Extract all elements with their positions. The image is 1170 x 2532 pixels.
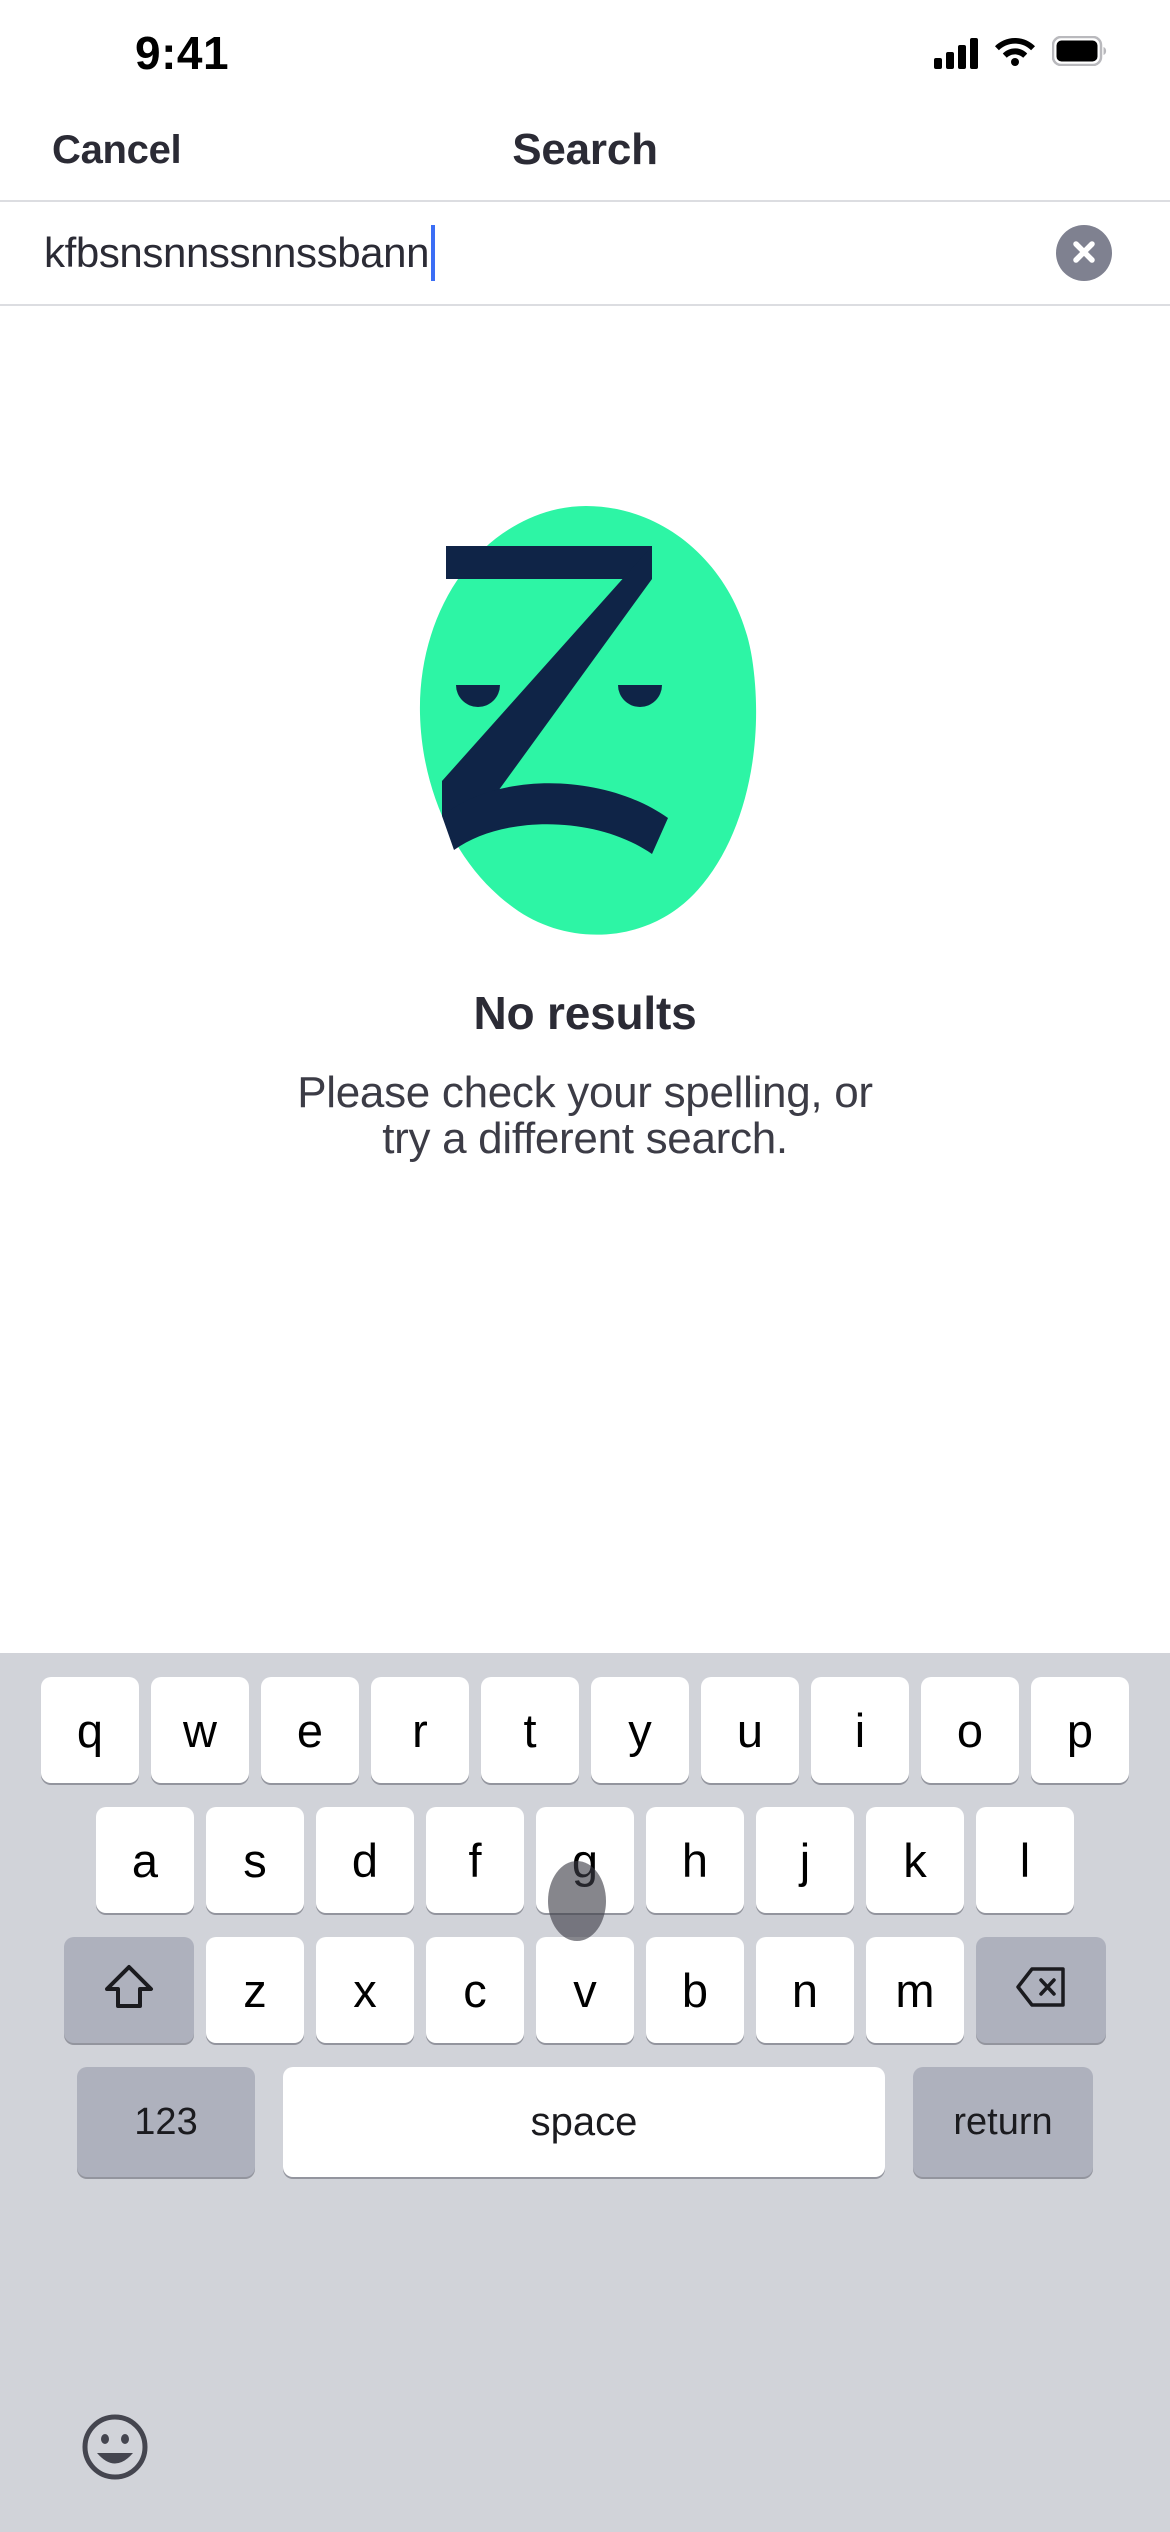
key-d[interactable]: d xyxy=(316,1807,414,1913)
navigation-bar: Cancel Search xyxy=(0,100,1170,200)
keyboard-row-1: q w e r t y u i o p xyxy=(0,1677,1170,1783)
close-icon xyxy=(1069,237,1099,270)
battery-icon xyxy=(1051,35,1108,71)
status-bar: 9:41 xyxy=(0,0,1170,100)
wifi-icon xyxy=(994,35,1036,71)
key-q[interactable]: q xyxy=(41,1677,139,1783)
app-screen: 9:41 Cancel Search kfbsnsnnssnnssbann No… xyxy=(0,0,1170,2532)
key-e[interactable]: e xyxy=(261,1677,359,1783)
cellular-signal-icon xyxy=(934,37,978,69)
empty-state-title: No results xyxy=(473,987,697,1039)
key-s[interactable]: s xyxy=(206,1807,304,1913)
cancel-button[interactable]: Cancel xyxy=(48,120,185,181)
search-bar[interactable]: kfbsnsnnssnnssbann xyxy=(0,200,1170,306)
key-a[interactable]: a xyxy=(96,1807,194,1913)
status-bar-icons xyxy=(934,35,1108,71)
z-mascot-sad-icon xyxy=(400,498,770,938)
key-n[interactable]: n xyxy=(756,1937,854,2043)
key-o[interactable]: o xyxy=(921,1677,1019,1783)
key-x[interactable]: x xyxy=(316,1937,414,2043)
keyboard-row-3: z x c v b n m xyxy=(0,1937,1170,2043)
status-bar-time: 9:41 xyxy=(135,27,230,79)
numbers-key[interactable]: 123 xyxy=(77,2067,255,2177)
smiley-face-icon xyxy=(80,2414,150,2485)
key-r[interactable]: r xyxy=(371,1677,469,1783)
search-results-empty-state: No results Please check your spelling, o… xyxy=(0,306,1170,1653)
empty-state-message-line2: try a different search. xyxy=(382,1114,788,1164)
keyboard-bottom-bar xyxy=(0,2362,1170,2532)
key-j[interactable]: j xyxy=(756,1807,854,1913)
keyboard-row-2: a s d f g h j k l xyxy=(0,1807,1170,1913)
key-g[interactable]: g xyxy=(536,1807,634,1913)
search-input[interactable]: kfbsnsnnssnnssbann xyxy=(44,202,1056,304)
key-t[interactable]: t xyxy=(481,1677,579,1783)
backspace-key[interactable] xyxy=(976,1937,1106,2043)
key-v[interactable]: v xyxy=(536,1937,634,2043)
key-w[interactable]: w xyxy=(151,1677,249,1783)
key-b[interactable]: b xyxy=(646,1937,744,2043)
backspace-delete-icon xyxy=(1015,1963,1067,2018)
key-i[interactable]: i xyxy=(811,1677,909,1783)
key-y[interactable]: y xyxy=(591,1677,689,1783)
keyboard-row-4: 123 space return xyxy=(0,2067,1170,2177)
onscreen-keyboard[interactable]: q w e r t y u i o p a s d f g h j k l z … xyxy=(0,1653,1170,2532)
key-h[interactable]: h xyxy=(646,1807,744,1913)
text-caret xyxy=(431,225,436,281)
space-key[interactable]: space xyxy=(283,2067,885,2177)
key-f[interactable]: f xyxy=(426,1807,524,1913)
key-m[interactable]: m xyxy=(866,1937,964,2043)
key-z[interactable]: z xyxy=(206,1937,304,2043)
key-u[interactable]: u xyxy=(701,1677,799,1783)
emoji-key[interactable] xyxy=(80,2412,150,2482)
shift-arrow-icon xyxy=(103,1963,155,2018)
return-key[interactable]: return xyxy=(913,2067,1093,2177)
shift-key[interactable] xyxy=(64,1937,194,2043)
key-c[interactable]: c xyxy=(426,1937,524,2043)
key-l[interactable]: l xyxy=(976,1807,1074,1913)
clear-search-button[interactable] xyxy=(1056,225,1112,281)
search-input-value: kfbsnsnnssnnssbann xyxy=(44,229,430,276)
key-k[interactable]: k xyxy=(866,1807,964,1913)
key-p[interactable]: p xyxy=(1031,1677,1129,1783)
empty-state-message-line1: Please check your spelling, or xyxy=(297,1068,873,1117)
empty-state-message: Please check your spelling, or try a dif… xyxy=(297,1068,873,1164)
